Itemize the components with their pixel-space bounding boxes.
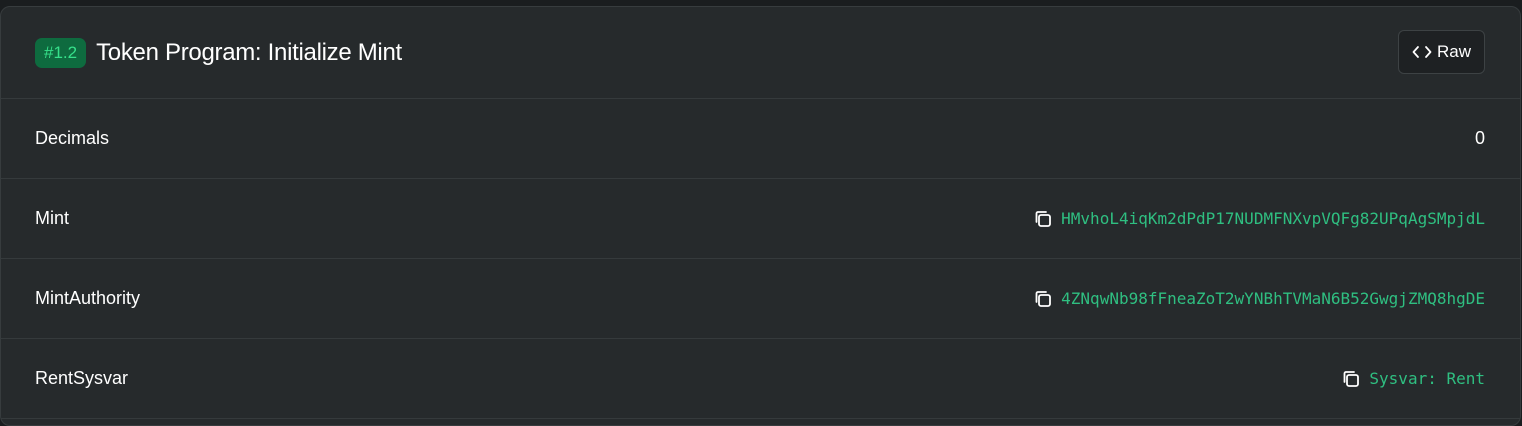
mint-authority-address: 4ZNqwNb98fFneaZoT2wYNBhTVMaN6B52GwgjZMQ8… xyxy=(1033,289,1485,309)
rent-sysvar-link[interactable]: Sysvar: Rent xyxy=(1369,369,1485,388)
row-rent-sysvar: RentSysvar Sysvar: Rent xyxy=(1,339,1520,419)
raw-button[interactable]: Raw xyxy=(1397,29,1485,74)
instruction-card: #1.2 Token Program: Initialize Mint Raw … xyxy=(0,6,1521,426)
code-icon xyxy=(1412,45,1432,58)
instruction-title: Token Program: Initialize Mint xyxy=(96,38,402,66)
copy-icon[interactable] xyxy=(1033,209,1053,229)
mint-authority-link[interactable]: 4ZNqwNb98fFneaZoT2wYNBhTVMaN6B52GwgjZMQ8… xyxy=(1061,289,1485,308)
row-decimals: Decimals 0 xyxy=(1,99,1520,179)
copy-icon[interactable] xyxy=(1033,289,1053,309)
row-label: MintAuthority xyxy=(35,288,141,308)
copy-icon[interactable] xyxy=(1341,369,1361,389)
decimals-value: 0 xyxy=(1474,128,1485,148)
row-mint: Mint HMvhoL4iqKm2dPdP17NUDMFNXvpVQFg82UP… xyxy=(1,179,1520,259)
mint-address: HMvhoL4iqKm2dPdP17NUDMFNXvpVQFg82UPqAgSM… xyxy=(1033,209,1485,229)
row-label: RentSysvar xyxy=(35,368,129,388)
row-label: Mint xyxy=(35,208,70,228)
mint-address-link[interactable]: HMvhoL4iqKm2dPdP17NUDMFNXvpVQFg82UPqAgSM… xyxy=(1061,209,1485,228)
raw-button-label: Raw xyxy=(1436,41,1471,61)
card-header: #1.2 Token Program: Initialize Mint Raw xyxy=(1,7,1520,99)
instruction-index-badge: #1.2 xyxy=(35,38,87,68)
row-mint-authority: MintAuthority 4ZNqwNb98fFneaZoT2wYNBhTVM… xyxy=(1,259,1520,339)
rent-sysvar-address: Sysvar: Rent xyxy=(1341,369,1485,389)
row-label: Decimals xyxy=(35,128,110,148)
